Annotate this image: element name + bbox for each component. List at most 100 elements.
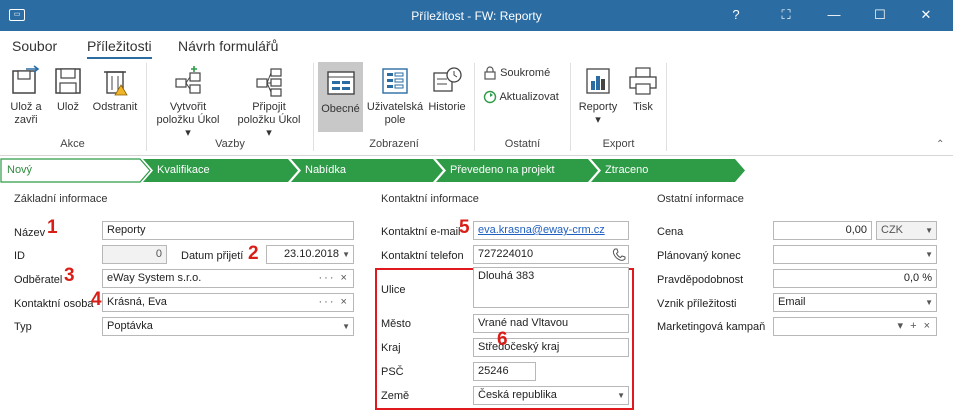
pipeline: Nový Kvalifikace Nabídka Převedeno na pr…: [0, 158, 953, 183]
menu-bar: Soubor Příležitosti Návrh formulářů: [0, 31, 953, 59]
history-button[interactable]: Historie: [426, 65, 468, 114]
stage-kvalifikace[interactable]: Kvalifikace: [143, 159, 210, 181]
history-label: Historie: [428, 101, 466, 113]
id-field: 0: [102, 245, 167, 264]
maximize-icon[interactable]: ☐: [866, 4, 894, 26]
type-value: Poptávka: [107, 320, 153, 332]
customer-label: Odběratel: [14, 274, 63, 286]
lookup-tools[interactable]: ··· ×: [319, 294, 349, 311]
lookup-tools[interactable]: ··· ×: [319, 270, 349, 287]
campaign-lookup[interactable]: ▾ + ×: [773, 317, 937, 336]
collapse-ribbon-icon[interactable]: ⌃: [936, 139, 944, 150]
tab-navrh-formularu[interactable]: Návrh formulářů: [178, 38, 278, 54]
reports-chart-icon: [586, 68, 610, 94]
create-task-button[interactable]: Vytvořit položku Úkol ▾: [150, 65, 226, 140]
date-picker[interactable]: 23.10.2018 ▼: [266, 245, 354, 264]
delete-button[interactable]: Odstranit: [89, 65, 141, 114]
origin-label: Vznik příležitosti: [657, 298, 737, 310]
save-close-label-1: Ulož a: [10, 101, 42, 113]
chevron-down-icon[interactable]: ▼: [342, 246, 350, 263]
print-button[interactable]: Tisk: [624, 65, 662, 114]
phone-input[interactable]: 727224010: [473, 245, 629, 264]
refresh-button[interactable]: Aktualizovat: [483, 90, 559, 104]
city-label: Město: [381, 318, 411, 330]
user-fields-label-1: Uživatelská: [366, 101, 424, 113]
phone-icon[interactable]: [612, 248, 626, 262]
history-clock-icon: [433, 67, 462, 92]
user-fields-button[interactable]: Uživatelská pole: [366, 65, 424, 127]
probability-input[interactable]: 0,0 %: [773, 269, 937, 288]
lock-icon: [484, 66, 496, 80]
name-input[interactable]: Reporty: [102, 221, 354, 240]
tab-soubor[interactable]: Soubor: [12, 38, 57, 54]
region-label: Kraj: [381, 342, 401, 354]
stage-novy[interactable]: Nový: [0, 159, 32, 181]
email-input[interactable]: eva.krasna@eway-crm.cz: [473, 221, 629, 240]
contact-info-heading: Kontaktní informace: [381, 193, 479, 205]
stage-prevedeno[interactable]: Převedeno na projekt: [436, 159, 555, 181]
type-select[interactable]: Poptávka ▼: [102, 317, 354, 336]
email-link[interactable]: eva.krasna@eway-crm.cz: [478, 224, 605, 236]
form-view-icon: [326, 71, 355, 95]
contact-person-lookup[interactable]: Krásná, Eva ··· ×: [102, 293, 354, 312]
window-titlebar: ▭ Příležitost - FW: Reporty ? ⛶ — ☐ ✕: [0, 0, 953, 31]
planned-end-label: Plánovaný konec: [657, 250, 741, 262]
price-input[interactable]: 0,00: [773, 221, 872, 240]
close-icon[interactable]: ✕: [912, 4, 940, 26]
attach-task-button[interactable]: Připojit položku Úkol ▾: [228, 65, 310, 140]
chevron-down-icon[interactable]: ▼: [925, 222, 933, 239]
chevron-down-icon[interactable]: ▼: [925, 246, 933, 263]
street-textarea[interactable]: Dlouhá 383: [473, 267, 629, 308]
user-fields-label-2: pole: [384, 114, 406, 126]
origin-value: Email: [778, 296, 806, 308]
save-button[interactable]: Ulož: [50, 65, 86, 114]
other-info-heading: Ostatní informace: [657, 193, 744, 205]
currency-value: CZK: [881, 224, 903, 236]
save-and-close-button[interactable]: Ulož a zavři: [4, 65, 48, 127]
floppy-icon: [55, 68, 81, 94]
date-value: 23.10.2018: [283, 248, 339, 260]
group-vazby-label: Vazby: [215, 138, 245, 150]
origin-select[interactable]: Email ▼: [773, 293, 937, 312]
restore-screen-icon[interactable]: ⛶: [772, 4, 800, 26]
marker-2: 2: [248, 243, 259, 264]
minimize-icon[interactable]: —: [820, 4, 848, 26]
marker-6: 6: [497, 329, 508, 350]
planned-end-picker[interactable]: ▼: [773, 245, 937, 264]
customer-value: eWay System s.r.o.: [107, 272, 202, 284]
reports-button[interactable]: Reporty ▾: [575, 65, 621, 127]
general-view-button[interactable]: Obecné: [318, 62, 363, 132]
chevron-down-icon[interactable]: ▼: [617, 387, 625, 404]
phone-label: Kontaktní telefon: [381, 250, 464, 262]
private-button[interactable]: Soukromé: [483, 66, 550, 80]
group-export-label: Export: [602, 138, 635, 150]
print-label: Tisk: [633, 101, 653, 113]
save-label: Ulož: [56, 101, 79, 113]
customer-lookup[interactable]: eWay System s.r.o. ··· ×: [102, 269, 354, 288]
reports-label: Reporty: [578, 101, 618, 113]
user-fields-icon: [382, 68, 408, 94]
save-close-label-2: zavři: [14, 114, 38, 126]
contact-person-label: Kontaktní osoba: [14, 298, 94, 310]
chevron-down-icon[interactable]: ▼: [925, 294, 933, 311]
ribbon-separator: [666, 63, 667, 151]
name-label: Název: [14, 227, 46, 239]
zip-input[interactable]: 25246: [473, 362, 536, 381]
tab-prilezitosti[interactable]: Příležitosti: [87, 38, 152, 59]
currency-select[interactable]: CZK ▼: [876, 221, 937, 240]
lookup-add-tools[interactable]: ▾ + ×: [898, 318, 932, 335]
stage-nabidka[interactable]: Nabídka: [291, 159, 346, 181]
chevron-down-icon: ▾: [595, 114, 601, 126]
create-task-label-1: Vytvořit: [169, 101, 207, 113]
help-icon[interactable]: ?: [722, 4, 750, 26]
stage-ztraceno[interactable]: Ztraceno: [591, 159, 648, 181]
type-label: Typ: [14, 321, 32, 333]
date-label: Datum přijetí: [181, 250, 244, 262]
street-label: Ulice: [381, 284, 406, 296]
save-close-icon: [12, 65, 40, 94]
group-ostatni-label: Ostatní: [504, 138, 541, 150]
chevron-down-icon[interactable]: ▼: [342, 318, 350, 335]
basic-info-heading: Základní informace: [14, 193, 108, 205]
country-select[interactable]: Česká republika ▼: [473, 386, 629, 405]
create-task-icon: [175, 66, 201, 94]
